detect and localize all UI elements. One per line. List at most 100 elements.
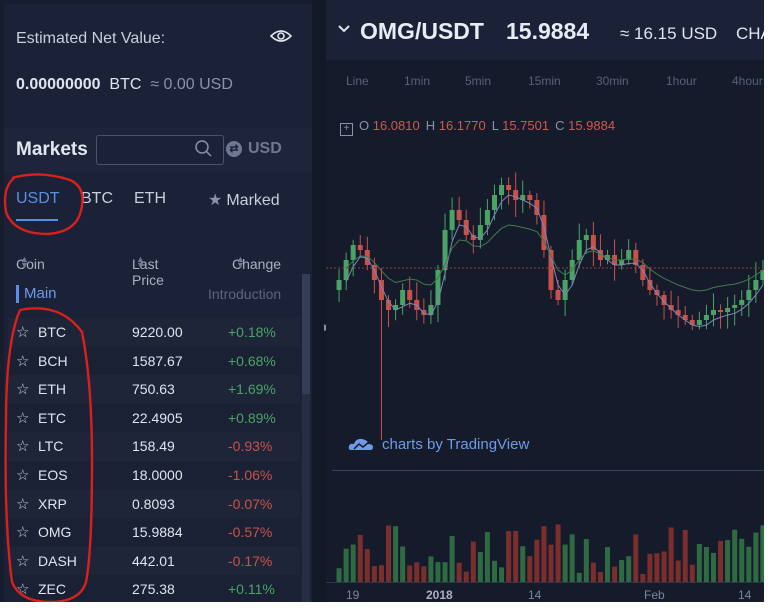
volume-bar [343, 548, 349, 582]
sort-icon: ▲ ▼ [236, 254, 245, 270]
favorite-star-icon[interactable]: ☆ [16, 409, 29, 427]
interval-1hour[interactable]: 1hour [666, 74, 697, 88]
table-row[interactable]: ☆ EOS 18.0000 -1.06% [8, 460, 300, 490]
coin-symbol: BTC [38, 324, 66, 340]
favorite-star-icon[interactable]: ☆ [16, 437, 29, 455]
coin-price: 9220.00 [132, 324, 183, 340]
favorite-star-icon[interactable]: ☆ [16, 466, 29, 484]
tradingview-attribution[interactable]: charts by TradingView [348, 436, 529, 453]
volume-bar [393, 526, 399, 582]
volume-bar [760, 525, 764, 582]
interval-1min[interactable]: 1min [404, 74, 430, 88]
candle-body [576, 240, 582, 260]
favorite-star-icon[interactable]: ☆ [16, 323, 29, 341]
expand-icon[interactable]: + [340, 123, 353, 136]
introduction-link[interactable]: Introduction [208, 286, 281, 302]
volume-bar [378, 565, 384, 582]
volume-bar [583, 539, 589, 582]
coin-symbol: ETC [38, 409, 66, 426]
scroll-thumb[interactable] [302, 274, 310, 394]
volume-bar [612, 566, 618, 582]
interval-15min[interactable]: 15min [528, 74, 561, 88]
volume-bar [534, 539, 540, 582]
time-axis-label: 14 [528, 588, 542, 602]
volume-bar [336, 568, 342, 582]
table-row[interactable]: ☆ LTC 158.49 -0.93% [8, 432, 300, 461]
usd-toggle[interactable]: ⇄ USD [226, 140, 282, 158]
volume-bar [753, 532, 759, 582]
table-row[interactable]: ☆ ETH 750.63 +1.69% [8, 375, 300, 404]
search-icon[interactable] [194, 139, 212, 157]
interval-5min[interactable]: 5min [465, 74, 491, 88]
eye-icon[interactable] [270, 28, 292, 44]
coin-list-scrollbar[interactable] [302, 274, 310, 602]
tab-usdt[interactable]: USDT [16, 190, 60, 208]
chevron-down-icon[interactable] [338, 24, 350, 34]
coin-symbol: BCH [38, 352, 68, 369]
volume-bar [506, 531, 512, 582]
tab-marked-label: Marked [226, 192, 280, 209]
tab-btc[interactable]: BTC [81, 190, 113, 208]
coin-price: 275.38 [132, 581, 175, 598]
table-row[interactable]: ☆ XRP 0.8093 -0.07% [8, 489, 300, 519]
favorite-star-icon[interactable]: ☆ [16, 380, 29, 398]
chart-panel: OMG/USDT 15.9884 ≈ 16.15 USD CHA Line 1m… [326, 0, 764, 602]
interval-selector: Line 1min 5min 15min 30min 1hour 4hour [326, 60, 764, 100]
table-row[interactable]: ☆ OMG 15.9884 -0.57% [8, 518, 300, 547]
coin-change: -0.93% [228, 438, 273, 455]
volume-bar [739, 538, 745, 582]
volume-bar [555, 524, 561, 582]
volume-bar [668, 527, 674, 582]
volume-bar [491, 560, 497, 582]
candle-body [527, 195, 533, 200]
tab-marked[interactable]: ★ Marked [208, 190, 280, 210]
table-header: Coin ▲ ▼ Last Price ▲ ▼ Change ▲ ▼ [4, 244, 312, 289]
swap-icon: ⇄ [226, 141, 242, 157]
candle-body [583, 235, 589, 240]
volume-bar [364, 549, 370, 582]
volume-bar [597, 572, 603, 582]
volume-bar [421, 566, 427, 582]
volume-pane-separator[interactable] [332, 470, 764, 471]
coin-price: 15.9884 [132, 524, 183, 541]
table-row[interactable]: ☆ BCH 1587.67 +0.68% [8, 346, 300, 376]
candlestick-chart[interactable] [326, 140, 764, 440]
table-row[interactable]: ☆ DASH 442.01 -0.17% [8, 546, 300, 576]
table-row[interactable]: ☆ ZEC 275.38 +0.11% [8, 575, 300, 602]
candle-body [725, 308, 731, 312]
tab-eth[interactable]: ETH [134, 190, 166, 208]
table-row[interactable]: ☆ BTC 9220.00 +0.18% [8, 318, 300, 347]
volume-bar [463, 571, 469, 582]
favorite-star-icon[interactable]: ☆ [16, 495, 29, 513]
candle-body [400, 290, 406, 305]
interval-line[interactable]: Line [346, 74, 369, 88]
favorite-star-icon[interactable]: ☆ [16, 523, 29, 541]
volume-bar [718, 540, 724, 582]
btc-unit: BTC [109, 76, 142, 93]
volume-bar [442, 562, 448, 582]
cloud-icon [348, 438, 373, 450]
volume-bar [569, 534, 575, 582]
candle-body [633, 250, 639, 265]
favorite-star-icon[interactable]: ☆ [16, 580, 29, 598]
interval-30min[interactable]: 30min [596, 74, 629, 88]
table-row[interactable]: ☆ ETC 22.4905 +0.89% [8, 403, 300, 433]
panel-divider [312, 0, 326, 602]
interval-4hour[interactable]: 4hour [732, 74, 763, 88]
usd-toggle-label: USD [248, 140, 282, 157]
chart-tab[interactable]: CHA [736, 24, 764, 44]
candle-body [739, 300, 745, 305]
favorite-star-icon[interactable]: ☆ [16, 552, 29, 570]
low-value: 15.7501 [502, 118, 550, 133]
trading-pair[interactable]: OMG/USDT [360, 18, 484, 45]
volume-bar [746, 546, 752, 582]
candle-body [562, 280, 568, 300]
active-tab-indicator [16, 219, 58, 221]
markets-panel: Estimated Net Value: 0.00000000 BTC ≈ 0.… [4, 4, 312, 602]
coin-symbol: DASH [38, 552, 77, 569]
candle-body [428, 305, 434, 315]
volume-bar [562, 544, 568, 582]
favorite-star-icon[interactable]: ☆ [16, 352, 29, 370]
candle-body [703, 315, 709, 320]
volume-bar [696, 543, 702, 582]
